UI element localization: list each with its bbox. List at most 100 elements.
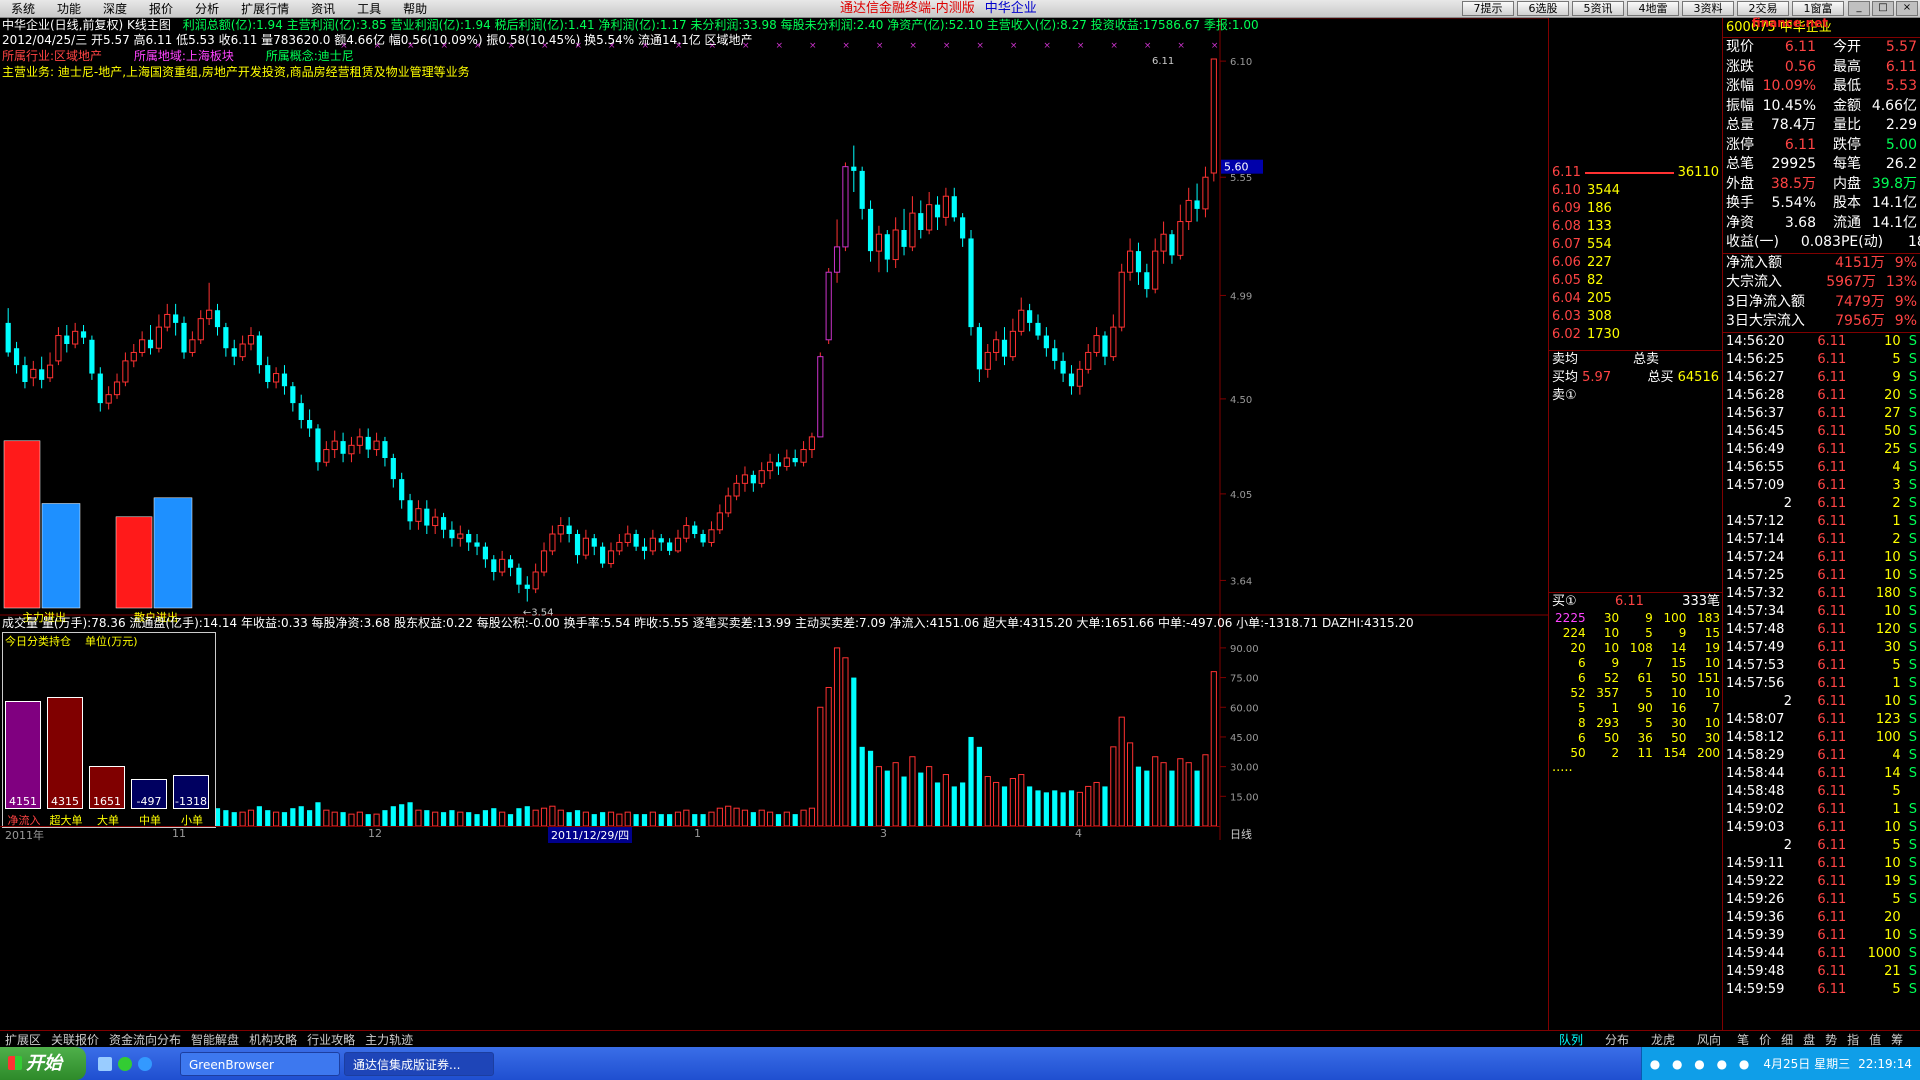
queue-cell-6-2: 90	[1637, 701, 1653, 715]
quote-label-0-0: 现价	[1726, 39, 1754, 55]
bottom-tab-6[interactable]: 主力轨迹	[360, 1031, 418, 1048]
industry-label[interactable]: 所属行业:区域地产	[2, 49, 102, 63]
queue-more[interactable]: .....	[1549, 761, 1722, 775]
volume-bar-46	[390, 806, 396, 826]
ask-row-2[interactable]: 6.09 186	[1549, 200, 1722, 218]
quick-button-1[interactable]: 6选股	[1517, 1, 1569, 16]
tick-row-17: 14:57:49 6.11 30 S	[1723, 639, 1920, 657]
ask-row-4[interactable]: 6.07 554	[1549, 236, 1722, 254]
queue-row-2: 20 10 108 14 19	[1549, 641, 1722, 656]
menu-item-3[interactable]: 报价	[138, 0, 184, 18]
bottom-tab-5[interactable]: 行业攻略	[302, 1031, 360, 1048]
right-tab-8[interactable]: 势	[1820, 1031, 1842, 1048]
menu-item-2[interactable]: 深度	[92, 0, 138, 18]
quick-button-3[interactable]: 4地雷	[1627, 1, 1679, 16]
menu-item-0[interactable]: 系统	[0, 0, 46, 18]
right-tab-4[interactable]: 笔	[1732, 1031, 1754, 1048]
candle-body-59	[499, 558, 506, 573]
tick-price-0: 6.11	[1817, 333, 1847, 349]
right-tab-7[interactable]: 盘	[1798, 1031, 1820, 1048]
candle-body-82	[692, 525, 698, 534]
menu-item-8[interactable]: 帮助	[392, 0, 438, 18]
ask-row-3[interactable]: 6.08 133	[1549, 218, 1722, 236]
ask-volume-5: 227	[1586, 255, 1612, 270]
ask-row-1[interactable]: 6.10 3544	[1549, 182, 1722, 200]
candle-body-70	[591, 538, 597, 547]
candle-body-109	[918, 213, 924, 230]
volume-bar-76	[641, 814, 648, 826]
quick-button-2[interactable]: 5资讯	[1572, 1, 1624, 16]
volume-bar-96	[808, 807, 816, 827]
bottom-tab-0[interactable]: 扩展区	[0, 1031, 46, 1048]
right-tab-2[interactable]: 龙虎	[1640, 1031, 1686, 1048]
tick-vol-4: 27	[1884, 405, 1901, 421]
right-tab-9[interactable]: 指	[1842, 1031, 1864, 1048]
quick-button-5[interactable]: 2交易	[1737, 1, 1789, 16]
menu-item-4[interactable]: 分析	[184, 0, 230, 18]
tick-list[interactable]: 14:56:20 6.11 10 S 14:56:25 6.11 5 S 14:56:27 6.1…	[1723, 331, 1920, 999]
candle-body-14	[122, 360, 129, 383]
ask-row-7[interactable]: 6.04 205	[1549, 290, 1722, 308]
menu-item-5[interactable]: 扩展行情	[230, 0, 300, 18]
ask-row-9[interactable]: 6.02 1730	[1549, 326, 1722, 344]
region-label[interactable]: 所属地域:上海板块	[134, 49, 234, 63]
bottom-tab-2[interactable]: 资金流向分布	[104, 1031, 186, 1048]
right-tab-10[interactable]: 值	[1864, 1031, 1886, 1048]
ask-row-8[interactable]: 6.03 308	[1549, 308, 1722, 326]
menu-item-7[interactable]: 工具	[346, 0, 392, 18]
right-tab-0[interactable]: 队列	[1548, 1031, 1594, 1048]
kline-chart-area[interactable]: 6.10 5.55 4.99 4.50 4.05 3.64 5.60 90.00 75.00 60…	[0, 18, 1548, 1030]
queue-cell-5-4: 10	[1704, 686, 1720, 700]
bottom-tab-3[interactable]: 智能解盘	[186, 1031, 244, 1048]
restore-icon[interactable]: □	[1872, 1, 1894, 16]
ask-row-0[interactable]: 6.11 36110	[1549, 164, 1722, 182]
vol-label-4: 30.00	[1230, 763, 1259, 774]
taskbar-task-1[interactable]: 通达信集成版证券...	[344, 1051, 494, 1076]
volume-bar-47	[399, 804, 405, 826]
menu-item-6[interactable]: 资讯	[300, 0, 346, 18]
browser-icon[interactable]	[118, 1056, 132, 1071]
tick-row-2: 14:56:27 6.11 9 S	[1723, 369, 1920, 387]
right-tab-6[interactable]: 细	[1776, 1031, 1798, 1048]
volume-bar-84	[708, 811, 715, 827]
right-tab-11[interactable]: 筹	[1886, 1031, 1908, 1048]
quick-button-4[interactable]: 3资料	[1682, 1, 1734, 16]
tick-side-23: S	[1908, 747, 1917, 763]
ask-row-6[interactable]: 6.05 82	[1549, 272, 1722, 290]
menu-item-1[interactable]: 功能	[46, 0, 92, 18]
tick-price-6: 6.11	[1817, 441, 1847, 457]
volume-bar-79	[667, 814, 673, 826]
volume-bar-86	[725, 805, 732, 827]
candle-body-36	[306, 420, 313, 429]
bottom-tab-4[interactable]: 机构攻略	[244, 1031, 302, 1048]
ask-row-5[interactable]: 6.06 227	[1549, 254, 1722, 272]
tick-price-26: 6.11	[1817, 801, 1847, 817]
concept-label[interactable]: 所属概念:迪士尼	[266, 49, 354, 63]
candle-body-110	[926, 204, 933, 231]
order-book-panel: 6.11 36110 6.10 3544 6.09 186 6.08 133 6.07 554 6.…	[1548, 18, 1722, 1030]
volume-bar-26	[223, 810, 229, 826]
bottom-tab-1[interactable]: 关联报价	[46, 1031, 104, 1048]
holding-value-3: -497	[136, 795, 162, 808]
right-tab-5[interactable]: 价	[1754, 1031, 1776, 1048]
right-tab-3[interactable]: 风向	[1686, 1031, 1732, 1048]
tick-price-12: 6.11	[1817, 549, 1847, 565]
close-icon[interactable]: ×	[1896, 1, 1918, 16]
tick-price-24: 6.11	[1817, 765, 1847, 781]
candle-body-4	[39, 369, 45, 380]
tick-side-28: S	[1908, 837, 1917, 853]
taskbar-task-0[interactable]: GreenBrowser	[180, 1051, 340, 1076]
event-marker-116: ×	[976, 41, 984, 51]
volume-bar-40	[340, 812, 346, 826]
tick-vol-20: 10	[1884, 693, 1901, 709]
ask-price-6: 6.05	[1552, 273, 1581, 288]
ie-icon[interactable]	[138, 1056, 152, 1071]
minimize-icon[interactable]: _	[1848, 1, 1870, 16]
quick-button-6[interactable]: 1窗富	[1792, 1, 1844, 16]
quick-button-0[interactable]: 7提示	[1462, 1, 1514, 16]
desktop-icon[interactable]	[98, 1056, 112, 1071]
period-label[interactable]: 日线	[1230, 826, 1252, 842]
right-tab-1[interactable]: 分布	[1594, 1031, 1640, 1048]
start-button[interactable]: 开始	[0, 1047, 86, 1080]
tick-vol-11: 2	[1892, 531, 1901, 547]
